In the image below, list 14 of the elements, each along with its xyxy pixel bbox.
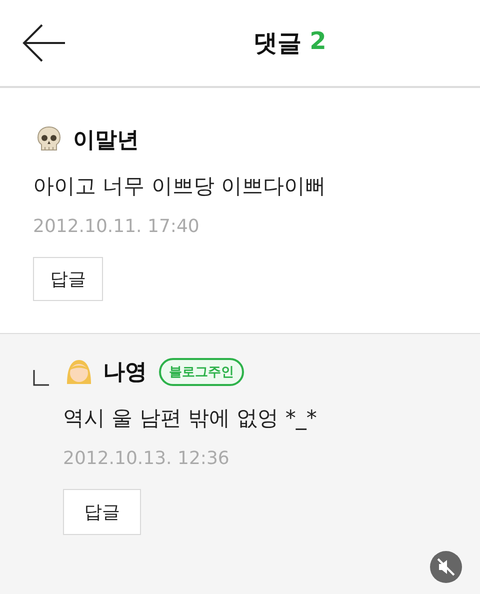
muted-speaker-icon — [437, 558, 455, 576]
author-name: 나영 — [103, 359, 147, 387]
blog-owner-badge: 블로그주인 — [159, 358, 244, 386]
comment-date: 2012.10.11. 17:40 — [33, 216, 200, 237]
comment-count: 2 — [310, 27, 326, 57]
comment-text: 아이고 너무 이쁘당 이쁘다이뻐 — [33, 173, 328, 200]
comment-date: 2012.10.13. 12:36 — [63, 448, 230, 469]
reply-button[interactable]: 답글 — [33, 257, 103, 301]
reply-button[interactable]: 답글 — [63, 489, 141, 535]
author-name: 이말년 — [73, 127, 139, 155]
reply-indent-icon — [33, 370, 49, 386]
back-arrow-icon[interactable] — [22, 24, 66, 62]
comment-text: 역시 울 남편 밖에 없엉 *_* — [63, 405, 317, 432]
page-title: 댓글 — [254, 28, 302, 59]
